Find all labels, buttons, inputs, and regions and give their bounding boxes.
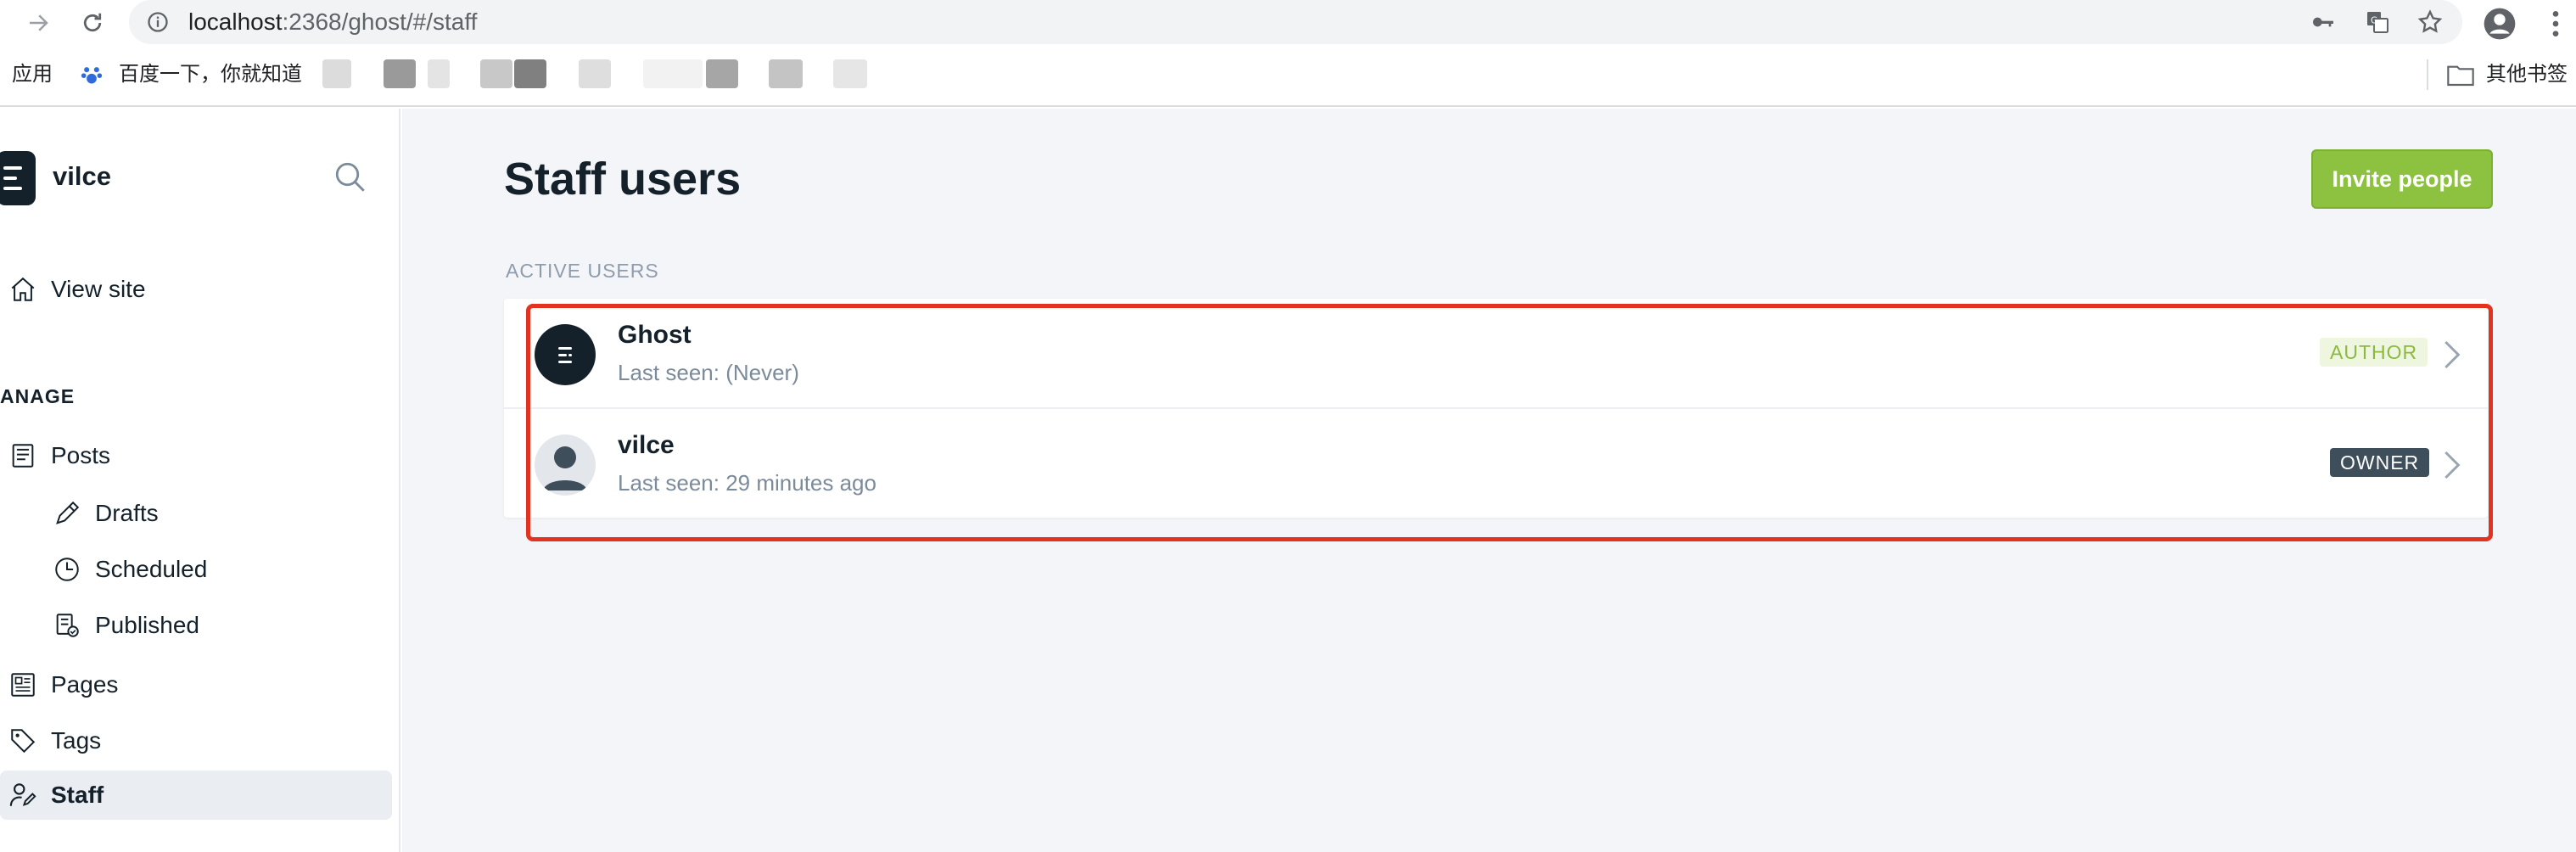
user-last-seen: Last seen: (Never) — [618, 360, 799, 385]
url-text: localhost:2368/ghost/#/staff — [188, 8, 477, 36]
nav-posts[interactable]: Posts — [0, 431, 392, 480]
blurred-bookmark[interactable] — [428, 59, 450, 88]
brand-logo[interactable] — [0, 151, 36, 205]
nav-drafts-label: Drafts — [95, 500, 159, 526]
reload-icon — [83, 13, 102, 32]
blurred-bookmark[interactable] — [833, 59, 867, 88]
star-icon[interactable] — [2416, 8, 2444, 36]
user-row-ghost[interactable]: Ghost Last seen: (Never) AUTHOR — [504, 299, 2488, 409]
blurred-bookmark[interactable] — [643, 59, 703, 88]
nav-tags-label: Tags — [51, 727, 102, 754]
bookmark-baidu[interactable]: 百度一下，你就知道 — [119, 63, 302, 87]
pencil-icon — [56, 501, 80, 524]
role-badge: OWNER — [2330, 448, 2430, 477]
chevron-right-icon[interactable] — [2439, 448, 2464, 482]
staff-icon — [9, 783, 36, 806]
blurred-bookmark[interactable] — [384, 59, 416, 88]
nav-pages[interactable]: Pages — [0, 660, 392, 709]
search-icon[interactable] — [333, 160, 368, 195]
home-icon — [11, 277, 35, 301]
nav-posts-label: Posts — [51, 442, 111, 468]
blurred-bookmark[interactable] — [480, 59, 512, 88]
active-users-header: ACTIVE USERS — [506, 260, 659, 282]
bookmarks-bar: 应用 百度一下，你就知道 其他书签 — [0, 46, 2576, 107]
arrow-right-icon — [30, 14, 48, 31]
avatar — [535, 434, 596, 496]
svg-text:G: G — [2371, 14, 2377, 25]
blurred-bookmark[interactable] — [706, 59, 738, 88]
nav-pages-label: Pages — [51, 671, 119, 698]
avatar — [535, 324, 596, 385]
user-list: Ghost Last seen: (Never) AUTHOR vilce La… — [504, 299, 2488, 518]
blurred-bookmark[interactable] — [514, 59, 546, 88]
posts-icon — [12, 444, 34, 468]
forward-button[interactable] — [20, 5, 56, 41]
nav-drafts[interactable]: Drafts — [0, 489, 392, 538]
bookmark-divider — [2427, 59, 2428, 90]
user-name[interactable]: Ghost — [618, 321, 692, 350]
other-bookmarks[interactable]: 其他书签 — [2486, 63, 2568, 87]
menu-dots-icon[interactable] — [2539, 7, 2573, 41]
sidebar: vilce View site ANAGE Posts Drafts Sched… — [0, 109, 400, 852]
page-title: Staff users — [504, 154, 742, 205]
clock-icon — [55, 558, 79, 581]
translate-icon[interactable]: G — [2364, 8, 2391, 36]
nav-scheduled-label: Scheduled — [95, 556, 208, 582]
published-icon — [56, 614, 79, 637]
profile-icon[interactable] — [2483, 7, 2517, 41]
info-icon — [148, 12, 168, 32]
nav-scheduled[interactable]: Scheduled — [0, 545, 392, 594]
blurred-bookmark[interactable] — [579, 59, 611, 88]
bookmark-apps[interactable]: 应用 — [12, 63, 53, 87]
nav-view-site[interactable]: View site — [0, 265, 392, 314]
blurred-bookmark[interactable] — [322, 59, 351, 88]
browser-toolbar: localhost:2368/ghost/#/staff G — [0, 0, 2576, 46]
tag-icon — [11, 729, 36, 754]
nav-published-label: Published — [95, 612, 199, 638]
default-user-icon — [543, 446, 587, 490]
reload-button[interactable] — [75, 5, 110, 41]
main-content: Staff users Invite people ACTIVE USERS G… — [402, 109, 2576, 852]
nav-staff[interactable]: Staff — [0, 771, 392, 820]
pages-icon — [11, 673, 35, 697]
user-row-vilce[interactable]: vilce Last seen: 29 minutes ago OWNER — [504, 409, 2488, 519]
baidu-paw-icon — [81, 67, 103, 84]
nav-staff-label: Staff — [51, 782, 104, 808]
nav-tags[interactable]: Tags — [0, 716, 392, 765]
ghost-logo-icon — [558, 347, 572, 363]
key-icon[interactable] — [2310, 8, 2337, 36]
chevron-right-icon[interactable] — [2439, 338, 2464, 372]
folder-icon — [2447, 65, 2474, 87]
user-last-seen: Last seen: 29 minutes ago — [618, 470, 876, 496]
brand-name[interactable]: vilce — [53, 161, 111, 192]
url-path: :2368/ghost/#/staff — [282, 8, 478, 35]
blurred-bookmark[interactable] — [769, 59, 803, 88]
user-name[interactable]: vilce — [618, 431, 675, 460]
nav-published[interactable]: Published — [0, 601, 392, 650]
section-manage-label: ANAGE — [0, 385, 76, 407]
role-badge: AUTHOR — [2320, 338, 2428, 367]
address-bar[interactable]: localhost:2368/ghost/#/staff G — [129, 0, 2462, 44]
url-host: localhost — [188, 8, 283, 35]
invite-people-button[interactable]: Invite people — [2311, 149, 2493, 209]
nav-view-site-label: View site — [51, 276, 146, 302]
